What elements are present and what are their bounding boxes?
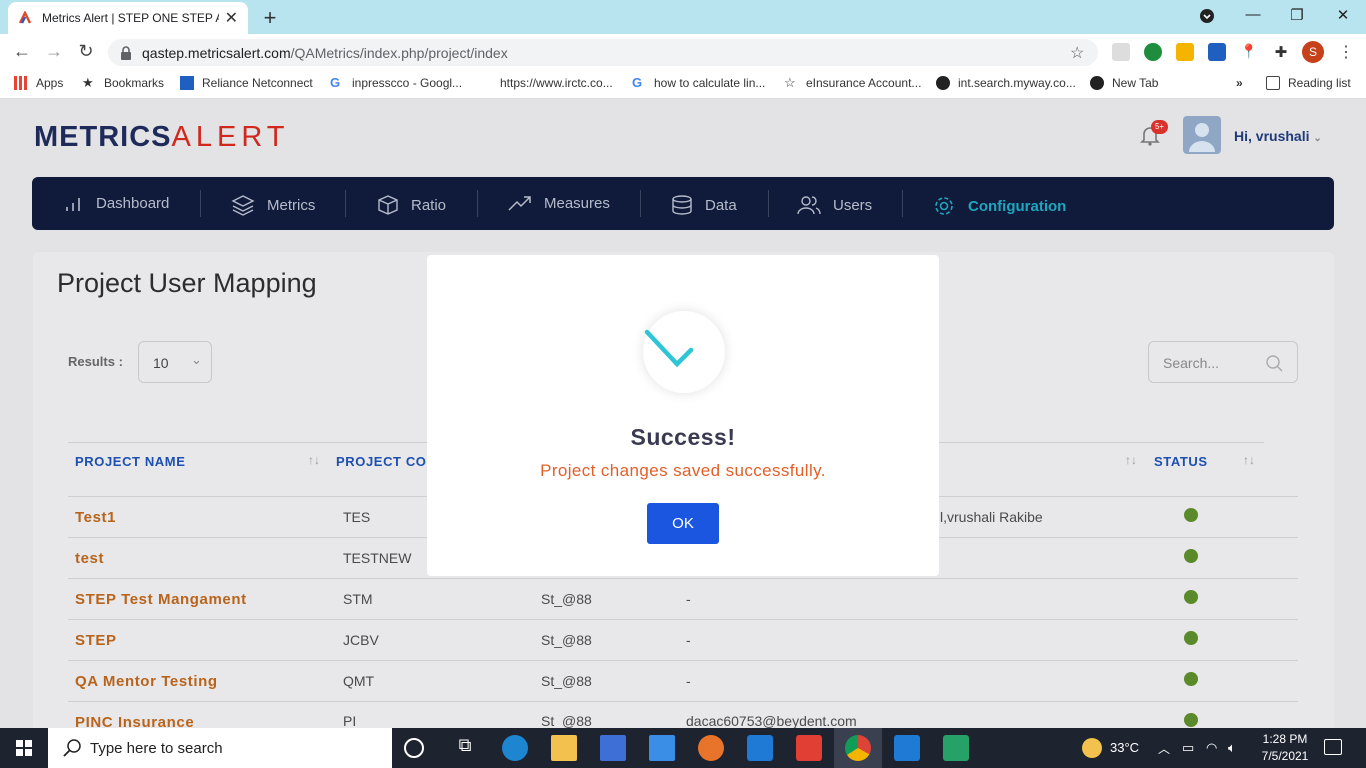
forward-icon[interactable]: → bbox=[42, 41, 66, 62]
metrics-alert-favicon bbox=[18, 11, 32, 24]
apps-grid-icon bbox=[14, 76, 28, 90]
url-host: qastep.metricsalert.com bbox=[142, 44, 291, 61]
reading-list-button[interactable]: Reading list bbox=[1266, 76, 1351, 90]
minimize-window-icon[interactable]: — bbox=[1238, 6, 1268, 23]
wifi-icon[interactable]: ◠ bbox=[1206, 740, 1217, 756]
cortana-icon[interactable] bbox=[404, 738, 424, 758]
google-icon: G bbox=[330, 75, 341, 90]
checkmark-icon bbox=[644, 329, 694, 368]
tab-search-icon[interactable] bbox=[1192, 8, 1222, 28]
extension-pin-icon[interactable]: 📍 bbox=[1240, 43, 1258, 61]
weather-icon[interactable] bbox=[1082, 738, 1102, 758]
lock-icon bbox=[121, 45, 131, 60]
tab-title: Metrics Alert | STEP ONE STEP AH bbox=[42, 11, 219, 25]
bookmark-star-icon[interactable]: ☆ bbox=[1070, 43, 1084, 63]
google-icon: G bbox=[632, 75, 643, 90]
extension-shield-icon[interactable] bbox=[1176, 43, 1194, 61]
anydesk-icon[interactable] bbox=[796, 735, 822, 761]
windows-logo-icon bbox=[16, 740, 32, 756]
extension-uipath-icon[interactable] bbox=[1208, 43, 1226, 61]
new-tab-icon[interactable]: + bbox=[258, 5, 282, 31]
file-explorer-icon[interactable] bbox=[551, 735, 577, 761]
clock-date[interactable]: 7/5/2021 bbox=[1260, 749, 1310, 763]
reading-list-icon bbox=[1266, 76, 1280, 90]
extension-reader-icon[interactable] bbox=[1112, 43, 1130, 61]
bookmark-inpresscco[interactable]: Ginpresscco - Googl... bbox=[330, 75, 462, 91]
extension-chat-icon[interactable] bbox=[1144, 43, 1162, 61]
reload-icon[interactable]: ↻ bbox=[74, 41, 98, 62]
firefox-icon[interactable] bbox=[698, 735, 724, 761]
einsurance-icon: ☆ bbox=[784, 75, 796, 90]
bookmark-reliance[interactable]: Reliance Netconnect bbox=[180, 76, 313, 90]
back-icon[interactable]: ← bbox=[10, 41, 34, 62]
dialog-title: Success! bbox=[630, 424, 736, 450]
reliance-icon bbox=[180, 76, 194, 90]
browser-menu-icon[interactable]: ⋮ bbox=[1338, 42, 1354, 62]
success-icon-circle bbox=[643, 311, 725, 393]
taskbar-search-box[interactable]: Type here to search bbox=[48, 728, 392, 768]
close-tab-icon[interactable]: ✕ bbox=[225, 8, 238, 28]
clock-time[interactable]: 1:28 PM bbox=[1260, 732, 1310, 746]
profile-avatar[interactable]: S bbox=[1302, 41, 1324, 63]
globe-icon bbox=[936, 76, 950, 90]
windows-start-button[interactable] bbox=[0, 728, 48, 768]
app-s-icon[interactable] bbox=[747, 735, 773, 761]
address-bar[interactable]: qastep.metricsalert.com/QAMetrics/index.… bbox=[108, 39, 1098, 66]
ok-button[interactable]: OK bbox=[647, 503, 719, 544]
close-window-icon[interactable]: ✕ bbox=[1328, 6, 1358, 24]
task-view-icon[interactable]: ⧉ bbox=[452, 735, 478, 761]
url-path: /QAMetrics/index.php/project/index bbox=[290, 44, 508, 61]
weather-temperature[interactable]: 33°C bbox=[1110, 740, 1139, 755]
bookmarks-overflow[interactable]: » bbox=[1236, 76, 1243, 90]
bookmark-bookmarks[interactable]: ★ Bookmarks bbox=[82, 75, 164, 91]
tray-chevron-up-icon[interactable]: ︿ bbox=[1158, 740, 1170, 757]
extensions-puzzle-icon[interactable]: ✚ bbox=[1272, 43, 1290, 61]
media-player-icon[interactable] bbox=[943, 735, 969, 761]
maximize-window-icon[interactable]: ❐ bbox=[1282, 6, 1312, 24]
bookmark-irctc[interactable]: https://www.irctc.co... bbox=[500, 76, 613, 90]
star-icon: ★ bbox=[82, 75, 94, 90]
battery-icon[interactable]: ▭ bbox=[1182, 740, 1194, 756]
browser-tab[interactable]: Metrics Alert | STEP ONE STEP AH ✕ bbox=[8, 2, 248, 34]
mail-icon[interactable] bbox=[649, 735, 675, 761]
chrome-icon[interactable] bbox=[845, 735, 871, 761]
bookmark-calculate[interactable]: Ghow to calculate lin... bbox=[632, 75, 765, 91]
volume-icon[interactable]: 🔈︎ bbox=[1228, 740, 1236, 756]
search-icon bbox=[63, 739, 81, 757]
app-s-icon[interactable] bbox=[894, 735, 920, 761]
bookmark-einsurance[interactable]: ☆ eInsurance Account... bbox=[784, 75, 921, 91]
bookmark-myway[interactable]: int.search.myway.co... bbox=[936, 76, 1076, 90]
store-icon[interactable] bbox=[600, 735, 626, 761]
bookmark-new-tab[interactable]: New Tab bbox=[1090, 76, 1158, 90]
dialog-message: Project changes saved successfully. bbox=[540, 461, 826, 480]
edge-icon[interactable] bbox=[502, 735, 528, 761]
notifications-icon[interactable] bbox=[1324, 739, 1342, 755]
bookmark-apps[interactable]: Apps bbox=[14, 76, 63, 90]
globe-icon bbox=[1090, 76, 1104, 90]
